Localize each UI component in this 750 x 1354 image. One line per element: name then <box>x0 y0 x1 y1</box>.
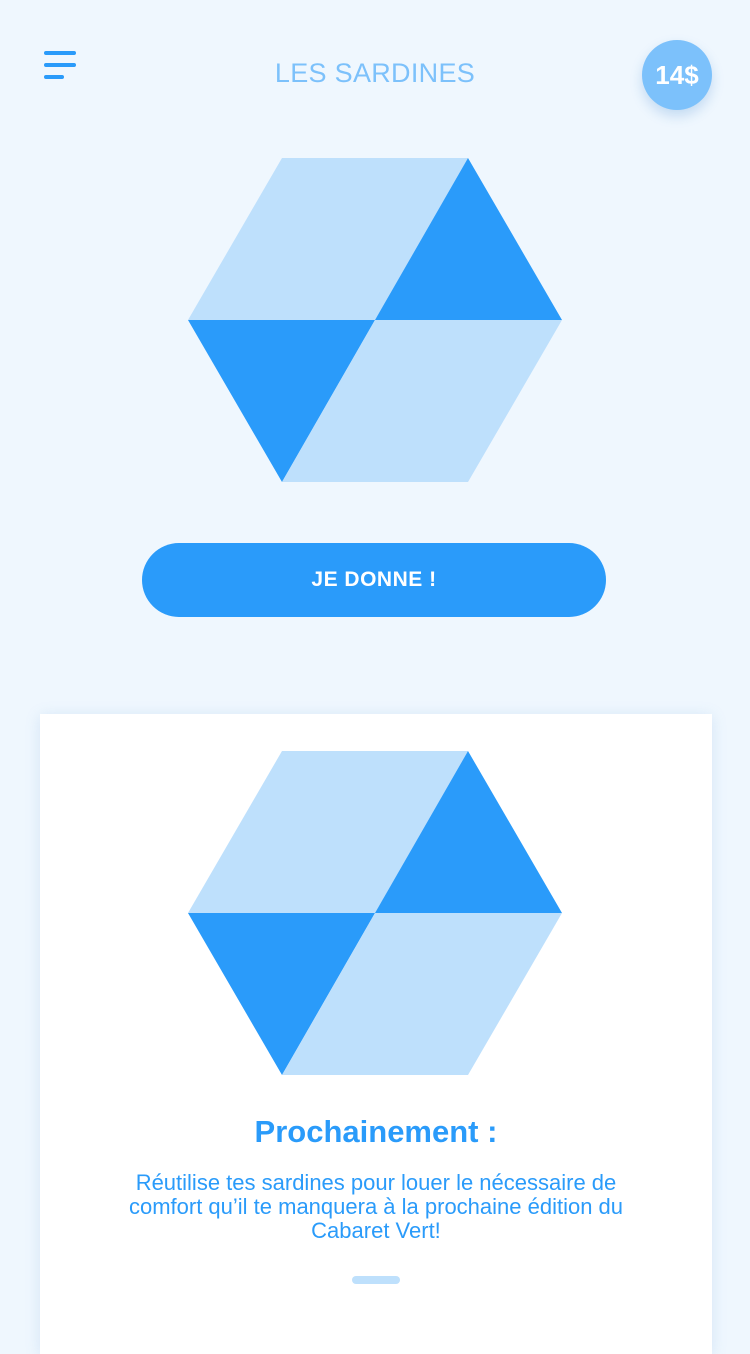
balance-badge[interactable]: 14$ <box>642 40 712 110</box>
app-title: LES SARDINES <box>274 58 476 88</box>
upcoming-card: Prochainement : Réutilise tes sardines p… <box>40 714 712 1354</box>
give-button[interactable]: JE DONNE ! <box>142 543 606 617</box>
hexagon-cube-logo-icon <box>188 751 562 1075</box>
card-description: Réutilise tes sardines pour louer le néc… <box>128 1170 624 1243</box>
page-indicator[interactable] <box>352 1276 400 1284</box>
menu-bar <box>44 51 76 55</box>
card-title: Prochainement : <box>254 1114 498 1149</box>
hexagon-cube-logo-icon <box>188 158 562 482</box>
